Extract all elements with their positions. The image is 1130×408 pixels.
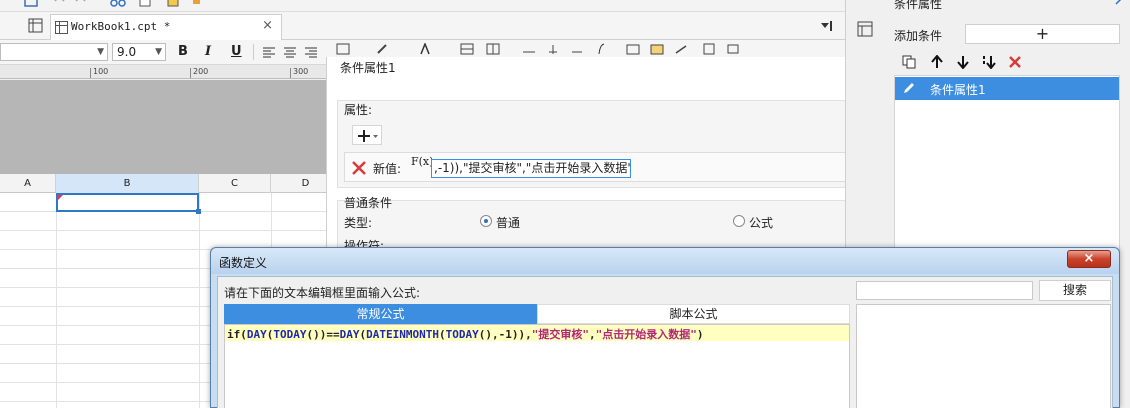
chevron-down-icon: ▼	[155, 47, 162, 57]
dialog-prompt: 请在下面的文本编辑框里面输入公式:	[224, 286, 421, 300]
font-size-value: 9.0	[117, 45, 137, 59]
edit-pencil-icon	[904, 83, 914, 93]
expand-icon[interactable]	[1115, 0, 1125, 6]
list-item[interactable]: 条件属性1	[895, 77, 1119, 100]
add-attribute-button[interactable]	[352, 125, 382, 145]
move-down-icon[interactable]	[956, 55, 970, 69]
function-list[interactable]	[856, 304, 1111, 408]
insert-column-icon[interactable]	[546, 43, 560, 55]
new-value-label: 新值:	[373, 162, 402, 176]
undo-icon[interactable]	[52, 0, 66, 6]
align-center-icon[interactable]	[283, 46, 297, 58]
grid-view-icon[interactable]	[28, 18, 43, 33]
tab-script-formula[interactable]: 脚本公式	[537, 304, 850, 324]
attributes-label: 属性:	[344, 103, 373, 117]
tab-menu-icon[interactable]	[819, 19, 835, 33]
frame-icon[interactable]	[726, 43, 740, 55]
horizontal-ruler: 100 200 300	[0, 65, 326, 79]
font-color-icon[interactable]	[418, 43, 432, 55]
type-formula-radio[interactable]	[733, 215, 745, 227]
split-cells-icon[interactable]	[486, 43, 500, 55]
insert-row-icon[interactable]	[522, 43, 536, 55]
align-right-icon[interactable]	[304, 46, 318, 58]
dialog-title: 函数定义	[219, 256, 268, 270]
format-icon[interactable]	[857, 21, 873, 37]
chart-icon[interactable]	[626, 43, 640, 55]
bold-button[interactable]: B	[178, 44, 188, 59]
type-normal-label: 普通	[496, 216, 521, 230]
dialog-body: 请在下面的文本编辑框里面输入公式: 常规公式 脚本公式 if(DAY(TODAY…	[217, 276, 1113, 408]
border-icon[interactable]	[336, 43, 350, 55]
brush-icon[interactable]	[376, 43, 390, 55]
italic-button[interactable]: I	[205, 44, 211, 59]
column-header: A B C D	[0, 174, 341, 193]
formula-icon[interactable]	[596, 43, 612, 55]
sidebar-title: 条件属性	[894, 0, 943, 11]
add-condition-label: 添加条件	[894, 29, 943, 43]
function-search-input[interactable]	[856, 281, 1033, 300]
sort-icon[interactable]	[570, 43, 584, 55]
normal-condition-label: 普通条件	[344, 196, 393, 210]
type-label: 类型:	[344, 216, 373, 230]
column-header-b[interactable]: B	[56, 174, 199, 193]
ruler-mark: 300	[293, 67, 309, 76]
formula-editor[interactable]: if(DAY(TODAY())==DAY(DATEINMONTH(TODAY()…	[224, 324, 850, 408]
column-header-a[interactable]: A	[0, 174, 56, 193]
tab-close-icon[interactable]: ×	[262, 18, 273, 33]
list-item-label: 条件属性1	[930, 83, 986, 97]
tab-normal-formula[interactable]: 常规公式	[224, 304, 537, 324]
save-icon[interactable]	[24, 0, 38, 8]
font-family-select[interactable]: ▼	[0, 43, 108, 61]
plus-dropdown-icon	[358, 130, 378, 142]
workbook-icon	[55, 21, 68, 34]
cell-toolbar	[326, 40, 845, 57]
dialog-close-button[interactable]: ×	[1067, 250, 1111, 268]
toolbar-divider	[253, 44, 254, 60]
type-formula-label: 公式	[749, 216, 774, 230]
copy-icon[interactable]	[138, 0, 152, 8]
image-icon[interactable]	[650, 43, 664, 55]
function-definition-dialog: 函数定义 × 请在下面的文本编辑框里面输入公式: 常规公式 脚本公式 if(DA…	[210, 247, 1120, 408]
dialog-titlebar[interactable]: 函数定义 ×	[211, 248, 1119, 274]
chevron-down-icon: ▼	[97, 47, 104, 57]
underline-button[interactable]: U	[231, 44, 242, 59]
attributes-group: 属性: 新值: F(x) ,-1)),"提交审核","点击开始录入数据")	[337, 100, 882, 188]
delete-condition-icon[interactable]	[1008, 55, 1022, 69]
redo-icon[interactable]	[74, 0, 88, 6]
top-toolbar	[0, 0, 845, 12]
type-normal-radio[interactable]	[480, 215, 492, 227]
paste-icon[interactable]	[166, 0, 180, 8]
new-value-row: 新值: F(x) ,-1)),"提交审核","点击开始录入数据")	[344, 152, 877, 182]
selected-cell-b1[interactable]	[56, 193, 201, 214]
move-up-icon[interactable]	[930, 55, 944, 69]
ruler-mark: 200	[193, 67, 209, 76]
ruler-mark: 100	[93, 67, 109, 76]
report-header-area	[0, 80, 326, 174]
font-size-select[interactable]: 9.0 ▼	[112, 43, 166, 61]
formula-text: if(DAY(TODAY())==DAY(DATEINMONTH(TODAY()…	[227, 328, 704, 341]
align-left-icon[interactable]	[262, 46, 276, 58]
delete-icon[interactable]	[351, 160, 367, 176]
cut-icon[interactable]	[110, 0, 126, 8]
note-icon[interactable]	[702, 43, 716, 55]
search-button[interactable]: 搜索	[1039, 280, 1111, 301]
format-painter-icon[interactable]	[190, 0, 204, 8]
panel-title: 条件属性1	[340, 61, 396, 75]
merge-cells-icon[interactable]	[460, 43, 474, 55]
draw-icon[interactable]	[674, 43, 688, 55]
new-value-input[interactable]: ,-1)),"提交审核","点击开始录入数据")	[431, 159, 631, 178]
move-bottom-icon[interactable]	[980, 55, 998, 69]
tab-label: WorkBook1.cpt *	[71, 20, 171, 33]
tab-workbook1[interactable]: WorkBook1.cpt * ×	[50, 14, 282, 40]
copy-condition-icon[interactable]	[902, 55, 916, 69]
column-header-c[interactable]: C	[199, 174, 271, 193]
add-condition-button[interactable]: +	[965, 24, 1120, 44]
